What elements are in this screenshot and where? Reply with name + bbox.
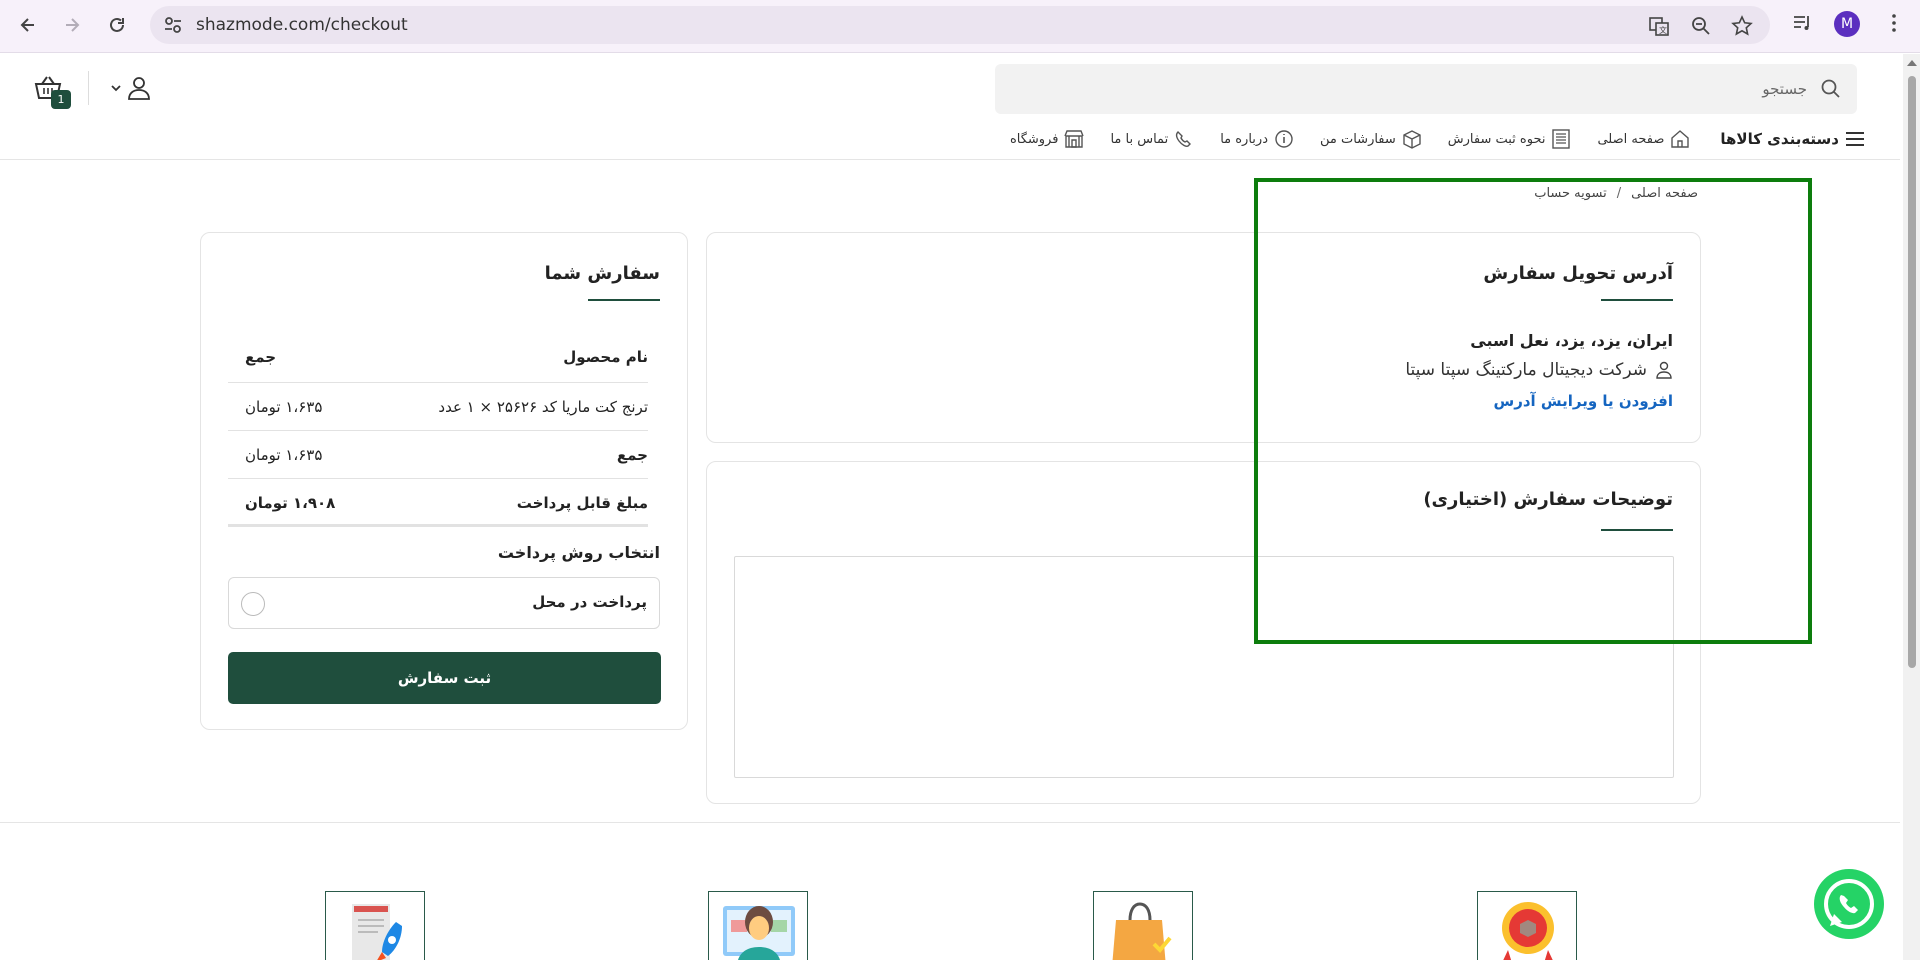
- nav-label: دسته‌بندی کالاها: [1720, 130, 1839, 148]
- header-sum: جمع: [245, 348, 277, 366]
- zoom-icon[interactable]: [1690, 15, 1712, 37]
- search-input[interactable]: [1027, 76, 1807, 102]
- url-text[interactable]: shazmode.com/checkout: [196, 15, 408, 35]
- subtotal-label: جمع: [616, 446, 648, 464]
- total-value: ۱،۹۰۸ تومان: [245, 494, 336, 512]
- site-settings-icon[interactable]: [162, 14, 184, 36]
- total-row: مبلغ قابل پرداخت ۱،۹۰۸ تومان: [228, 479, 648, 527]
- home-icon: [1671, 130, 1690, 148]
- user-account-menu[interactable]: [110, 74, 154, 102]
- item-price: ۱،۶۳۵ تومان: [245, 398, 323, 416]
- address-bar[interactable]: shazmode.com/checkout 文: [150, 6, 1770, 44]
- user-icon: [128, 77, 150, 100]
- table-row: ترنج کت ماریا کد ۲۵۶۲۶ × ۱ عدد ۱،۶۳۵ توم…: [228, 383, 648, 431]
- media-controls-icon[interactable]: [1790, 12, 1814, 36]
- payment-option-label: پرداخت در محل: [532, 593, 647, 611]
- nav-about[interactable]: درباره ما: [1220, 129, 1294, 149]
- breadcrumb: صفحه اصلی / تسویه حساب: [1400, 186, 1698, 208]
- recipient-row: شرکت دیجیتال مارکتینگ سپتا سپتا: [1405, 360, 1673, 380]
- address-card: آدرس تحویل سفارش ایران، یزد، یزد، نعل اس…: [706, 232, 1701, 443]
- footer-divider: [0, 822, 1900, 823]
- nav-label: سفارشات من: [1319, 131, 1396, 147]
- edit-address-link[interactable]: افزودن یا ویرایش آدرس: [1494, 392, 1674, 410]
- online-support-agent-icon: [708, 891, 808, 960]
- order-notes-textarea[interactable]: [734, 556, 1674, 778]
- site-header: 1 دسته‌بندی کالاها صفحه اصلی نحوه ثبت سف…: [0, 54, 1900, 160]
- breadcrumb-separator: /: [1616, 186, 1622, 201]
- recipient-name: شرکت دیجیتال مارکتینگ سپتا سپتا: [1405, 360, 1647, 380]
- info-bubble-icon: [1275, 130, 1293, 148]
- title-underline: [588, 299, 660, 301]
- header-divider: [88, 71, 89, 105]
- package-box-icon: [1403, 130, 1421, 149]
- order-notes-card: توضیحات سفارش (اختیاری): [706, 461, 1701, 804]
- nav-my-orders[interactable]: سفارشات من: [1320, 129, 1422, 149]
- profile-avatar[interactable]: M: [1834, 11, 1860, 37]
- reload-icon[interactable]: [103, 11, 131, 39]
- quality-badge-icon: [1477, 891, 1577, 960]
- nav-label: تماس با ما: [1110, 131, 1169, 147]
- submit-order-button[interactable]: ثبت سفارش: [228, 652, 661, 704]
- whatsapp-chat-button[interactable]: [1814, 869, 1884, 939]
- whatsapp-icon: [1824, 879, 1874, 929]
- nav-how-to-order[interactable]: نحوه ثبت سفارش: [1448, 129, 1572, 149]
- bookmark-star-icon[interactable]: [1731, 15, 1753, 37]
- notes-title: توضیحات سفارش (اختیاری): [1423, 489, 1673, 510]
- scroll-up-arrow-icon[interactable]: [1907, 60, 1917, 66]
- subtotal-value: ۱،۶۳۵ تومان: [245, 446, 323, 464]
- nav-label: فروشگاه: [1009, 131, 1059, 147]
- svg-text:文: 文: [1659, 25, 1667, 35]
- hamburger-menu-icon: [1846, 132, 1864, 146]
- payment-option-cash-on-delivery[interactable]: پرداخت در محل: [228, 577, 660, 629]
- nav-label: نحوه ثبت سفارش: [1447, 131, 1546, 147]
- user-icon: [1656, 361, 1672, 379]
- subtotal-row: جمع ۱،۶۳۵ تومان: [228, 431, 648, 479]
- address-title: آدرس تحویل سفارش: [1483, 263, 1673, 284]
- phone-contact-icon: [1176, 131, 1192, 147]
- breadcrumb-home[interactable]: صفحه اصلی: [1631, 186, 1698, 208]
- shopping-bag-icon: [1093, 891, 1193, 960]
- fast-delivery-rocket-icon: [325, 891, 425, 960]
- nav-home[interactable]: صفحه اصلی: [1597, 129, 1690, 149]
- order-summary-card: سفارش شما نام محصول جمع ترنج کت ماریا کد…: [200, 232, 688, 730]
- list-document-icon: [1552, 129, 1571, 149]
- browser-toolbar: shazmode.com/checkout 文 M: [0, 0, 1920, 53]
- order-title: سفارش شما: [544, 263, 660, 284]
- forward-arrow-icon[interactable]: [58, 11, 86, 39]
- kebab-menu-icon[interactable]: [1882, 12, 1906, 36]
- cart-count-badge: 1: [51, 90, 71, 109]
- page-scrollbar[interactable]: [1903, 54, 1920, 960]
- item-name: ترنج کت ماریا کد ۲۵۶۲۶ × ۱ عدد: [438, 398, 648, 416]
- back-arrow-icon[interactable]: [14, 11, 42, 39]
- payment-method-title: انتخاب روش پرداخت: [497, 543, 660, 562]
- nav-shop[interactable]: فروشگاه: [1010, 129, 1085, 149]
- breadcrumb-current: تسویه حساب: [1534, 186, 1607, 201]
- payment-radio[interactable]: [241, 592, 265, 616]
- nav-label: صفحه اصلی: [1597, 131, 1665, 147]
- title-underline: [1601, 299, 1673, 301]
- total-label: مبلغ قابل پرداخت: [516, 494, 648, 512]
- address-line: ایران، یزد، یزد، نعل اسبی: [1470, 331, 1673, 350]
- search-icon[interactable]: [1819, 77, 1843, 101]
- scrollbar-thumb[interactable]: [1908, 76, 1916, 668]
- order-table: نام محصول جمع ترنج کت ماریا کد ۲۵۶۲۶ × ۱…: [228, 333, 648, 527]
- title-underline: [1601, 529, 1673, 531]
- header-product: نام محصول: [563, 348, 648, 366]
- nav-categories[interactable]: دسته‌بندی کالاها: [1720, 130, 1865, 148]
- main-navigation: دسته‌بندی کالاها صفحه اصلی نحوه ثبت سفار…: [1010, 124, 1865, 154]
- chevron-down-icon: [111, 85, 121, 92]
- nav-label: درباره ما: [1220, 131, 1268, 147]
- store-icon: [1064, 130, 1085, 148]
- table-header-row: نام محصول جمع: [228, 333, 648, 383]
- search-box[interactable]: [995, 64, 1857, 114]
- translate-icon[interactable]: 文: [1648, 15, 1670, 37]
- nav-contact[interactable]: تماس با ما: [1110, 129, 1194, 149]
